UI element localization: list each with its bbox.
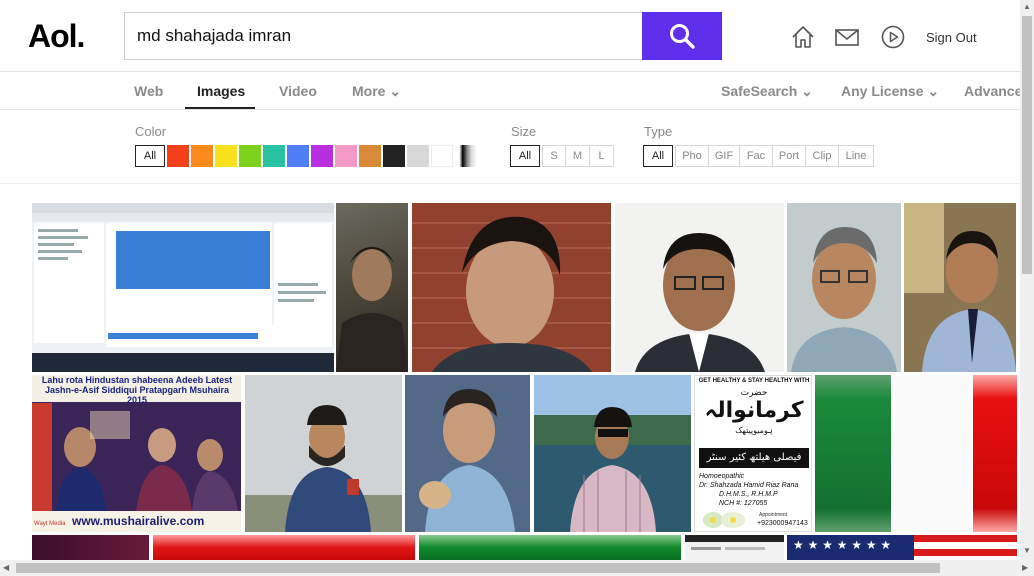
image-result-9-portrait[interactable]: [405, 375, 530, 532]
type-line-button[interactable]: Line: [838, 145, 874, 167]
poster-urdu-1: حضرت: [740, 388, 768, 398]
poster-line-1: Homoeopathic: [699, 473, 745, 480]
image-result-16[interactable]: [685, 535, 784, 560]
tab-images[interactable]: Images: [197, 83, 245, 99]
poster-line-4: NCH #: 127055: [719, 500, 768, 507]
size-medium-button[interactable]: M: [565, 145, 590, 167]
safesearch-dropdown[interactable]: SafeSearch ⌄: [721, 83, 813, 100]
type-gif-button[interactable]: GIF: [708, 145, 740, 167]
image-result-3-portrait[interactable]: [412, 203, 611, 372]
image-result-15-green-banner[interactable]: [419, 535, 681, 560]
poster-header: GET HEALTHY & STAY HEALTHY WITH: [698, 378, 810, 384]
horizontal-scrollbar[interactable]: ◀ ▶: [0, 560, 1034, 576]
poster-badge: Wayt Media: [34, 521, 66, 527]
image-result-5-portrait[interactable]: [787, 203, 901, 372]
license-dropdown[interactable]: Any License ⌄: [841, 83, 939, 100]
search-button[interactable]: [642, 12, 722, 60]
image-result-13[interactable]: [32, 535, 149, 560]
color-all-button[interactable]: All: [135, 145, 165, 167]
poster-line-3: D.H.M.S., R.H.M.P: [719, 491, 778, 498]
size-filter: All S M L: [510, 145, 614, 167]
page: Aol. Sign Out Web Images Video More ⌄ Sa…: [0, 0, 1034, 576]
poster-phone: +923000947143: [757, 520, 808, 527]
search-input[interactable]: [137, 26, 630, 46]
video-play-icon[interactable]: [880, 24, 906, 50]
color-swatch-green[interactable]: [239, 145, 261, 167]
color-swatch-red[interactable]: [167, 145, 189, 167]
filter-divider: [0, 183, 1020, 184]
poster-title: Lahu rota Hindustan shabeena Adeeb Lates…: [41, 375, 233, 405]
type-portrait-button[interactable]: Port: [772, 145, 806, 167]
poster-urdu-title: کرمانوالہ: [704, 398, 804, 423]
size-small-button[interactable]: S: [542, 145, 566, 167]
poster-urdu-3: ہومیوپیتھک: [735, 426, 773, 435]
aol-logo[interactable]: Aol.: [28, 18, 85, 55]
image-result-11-homeopathy-poster[interactable]: GET HEALTHY & STAY HEALTHY WITH حضرت کرم…: [694, 375, 812, 532]
active-tab-indicator: [185, 107, 255, 109]
poster-url: www.mushairalive.com: [72, 514, 205, 528]
color-filter-label: Color: [135, 124, 167, 139]
poster-flowers-image: [703, 512, 745, 528]
horizontal-scroll-thumb[interactable]: [16, 563, 940, 573]
home-icon[interactable]: [790, 24, 816, 50]
type-clipart-button[interactable]: Clip: [805, 145, 839, 167]
color-swatch-purple[interactable]: [311, 145, 333, 167]
scroll-up-arrow-icon[interactable]: ▲: [1023, 2, 1031, 11]
image-result-7-mushaira-poster[interactable]: Lahu rota Hindustan shabeena Adeeb Lates…: [32, 375, 241, 532]
svg-text:★ ★ ★ ★ ★ ★ ★: ★ ★ ★ ★ ★ ★ ★: [793, 538, 891, 552]
scroll-down-arrow-icon[interactable]: ▼: [1023, 546, 1031, 555]
poster-line-2: Dr. Shahzada Hamid Riaz Rana: [699, 482, 799, 489]
color-swatch-white[interactable]: [431, 145, 453, 167]
size-large-button[interactable]: L: [589, 145, 614, 167]
color-swatch-black[interactable]: [383, 145, 405, 167]
vertical-scrollbar[interactable]: ▲ ▼: [1020, 0, 1034, 560]
sign-out-link[interactable]: Sign Out: [926, 30, 977, 45]
color-swatch-yellow[interactable]: [215, 145, 237, 167]
color-swatch-bw[interactable]: [455, 145, 477, 167]
tab-video[interactable]: Video: [279, 83, 317, 99]
color-filter: All: [135, 145, 479, 167]
type-all-button[interactable]: All: [643, 145, 673, 167]
tab-more[interactable]: More ⌄: [352, 83, 401, 100]
image-result-12-flag[interactable]: [815, 375, 1017, 532]
image-result-4-portrait[interactable]: [615, 203, 784, 372]
poster-details: Homoeopathic Dr. Shahzada Hamid Riaz Ran…: [699, 472, 811, 508]
scroll-left-arrow-icon[interactable]: ◀: [3, 563, 9, 572]
size-filter-label: Size: [511, 124, 537, 139]
search-icon: [670, 24, 695, 49]
type-photo-button[interactable]: Pho: [675, 145, 709, 167]
poster-line-5: Appointment: [759, 512, 788, 518]
image-result-2-portrait[interactable]: [336, 203, 408, 372]
poster-urdu-banner: فیصلی ھیلتھ کئیر سنٹر: [699, 448, 809, 468]
size-all-button[interactable]: All: [510, 145, 540, 167]
search-tabs: Web Images Video More ⌄ SafeSearch ⌄ Any…: [0, 73, 1031, 110]
color-swatch-teal[interactable]: [263, 145, 285, 167]
type-filter-label: Type: [644, 124, 673, 139]
type-filter: All Pho GIF Fac Port Clip Line: [643, 145, 874, 167]
search-box[interactable]: [124, 12, 642, 60]
mail-icon[interactable]: [834, 24, 860, 50]
image-result-14-red-banner[interactable]: [153, 535, 415, 560]
image-result-8-portrait[interactable]: [245, 375, 402, 532]
image-result-17-us-flag[interactable]: ★ ★ ★ ★ ★ ★ ★: [787, 535, 1017, 560]
type-face-button[interactable]: Fac: [739, 145, 773, 167]
image-result-6-portrait[interactable]: [904, 203, 1016, 372]
color-swatch-brown[interactable]: [359, 145, 381, 167]
image-result-1-ide-screenshot[interactable]: [32, 203, 334, 372]
image-result-10-portrait[interactable]: [534, 375, 691, 532]
scroll-right-arrow-icon[interactable]: ▶: [1022, 563, 1028, 572]
tab-web[interactable]: Web: [134, 83, 163, 99]
color-swatch-pink[interactable]: [335, 145, 357, 167]
vertical-scroll-thumb[interactable]: [1022, 16, 1032, 274]
color-swatch-blue[interactable]: [287, 145, 309, 167]
color-swatch-gray[interactable]: [407, 145, 429, 167]
header: Aol. Sign Out: [0, 0, 1020, 72]
color-swatch-orange[interactable]: [191, 145, 213, 167]
